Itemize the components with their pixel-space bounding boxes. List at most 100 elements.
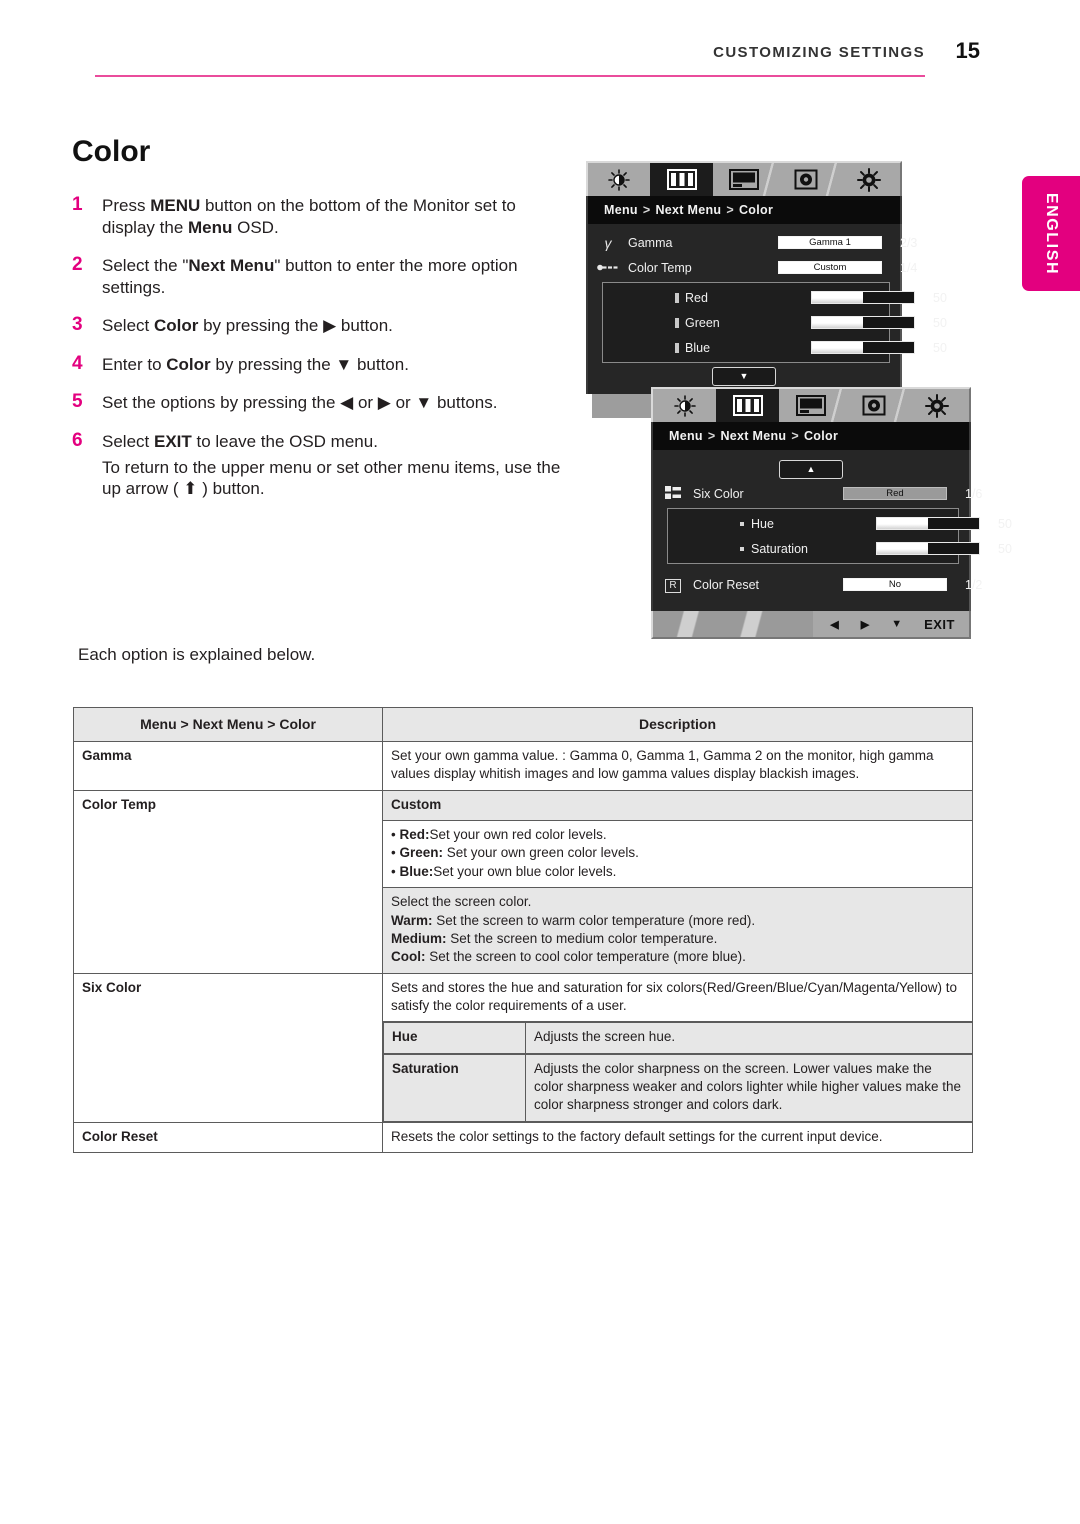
slider-track[interactable] bbox=[876, 517, 980, 530]
step-number: 3 bbox=[72, 314, 83, 336]
osd-row-color-reset[interactable]: R Color Reset No 1/2 bbox=[653, 572, 982, 597]
value-chip[interactable]: Red bbox=[843, 487, 947, 500]
step-5: 5 Set the options by pressing the ◀ or ▶ … bbox=[72, 391, 567, 414]
slider-track[interactable] bbox=[811, 291, 915, 304]
step-text: Select EXIT to leave the OSD menu. bbox=[102, 432, 378, 452]
slider-track[interactable] bbox=[811, 316, 915, 329]
breadcrumb-item[interactable]: Color bbox=[804, 429, 838, 443]
osd-screenshot-top: Menu > Next Menu > Color γ Gamma Gamma 1 2/3 Colo… bbox=[586, 161, 947, 394]
sub-table-cell-saturation: Saturation Adjusts the color sharpness o… bbox=[383, 1053, 973, 1123]
picture-icon bbox=[796, 395, 826, 416]
osd-row-gamma[interactable]: γ Gamma Gamma 1 2/3 bbox=[588, 230, 918, 255]
osd-row-control[interactable]: Custom bbox=[778, 261, 886, 274]
osd-row-color-temp[interactable]: Color Temp Custom 1/4 bbox=[588, 255, 917, 280]
tab-divider bbox=[827, 389, 844, 422]
sub-table-cell-hue: Hue Adjusts the screen hue. bbox=[383, 1022, 973, 1054]
osd-row-red[interactable]: Red 50 bbox=[603, 285, 947, 310]
footer-key[interactable]: ▶ bbox=[861, 618, 869, 631]
osd-bottom-tab-color-bars[interactable] bbox=[716, 389, 780, 422]
breadcrumb-item[interactable]: Color bbox=[739, 203, 773, 217]
osd-row-control[interactable]: Gamma 1 bbox=[778, 236, 886, 249]
step-text: Press MENU button on the bottom of the M… bbox=[102, 196, 516, 237]
color-temp-icon bbox=[588, 260, 628, 275]
footer-key-exit[interactable]: EXIT bbox=[924, 617, 955, 632]
osd-bottom-breadcrumb: Menu > Next Menu > Color bbox=[651, 422, 971, 450]
osd-row-green[interactable]: Green 50 bbox=[603, 310, 947, 335]
osd-row-control[interactable]: Red bbox=[843, 487, 951, 500]
osd-row-control[interactable] bbox=[811, 316, 919, 329]
osd-row-value: 50 bbox=[933, 340, 947, 355]
osd-top-tab-color-bars[interactable] bbox=[650, 163, 713, 196]
osd-row-control[interactable]: No bbox=[843, 578, 951, 591]
row-desc-gamma: Set your own gamma value. : Gamma 0, Gam… bbox=[382, 741, 973, 791]
reset-r-icon: R bbox=[653, 576, 693, 593]
osd-row-saturation[interactable]: Saturation 50 bbox=[668, 536, 1012, 561]
osd-row-blue[interactable]: Blue 50 bbox=[603, 335, 947, 360]
osd-top-tab-brightness[interactable] bbox=[588, 163, 650, 196]
gear-icon bbox=[856, 167, 882, 192]
osd-row-label: Saturation bbox=[708, 542, 876, 556]
osd-row-control[interactable] bbox=[876, 542, 984, 555]
osd-top-tab-picture[interactable] bbox=[713, 163, 777, 196]
bullet-square bbox=[675, 342, 679, 353]
scroll-up-button[interactable]: ▲ bbox=[779, 460, 843, 479]
step-text: Select the "Next Menu" button to enter t… bbox=[102, 256, 518, 297]
osd-row-label: Color Temp bbox=[628, 260, 692, 275]
slider-track[interactable] bbox=[876, 542, 980, 555]
slider-track[interactable] bbox=[811, 341, 915, 354]
row-key-six-color: Six Color bbox=[73, 972, 383, 1123]
row-key-color-temp: Color Temp bbox=[73, 789, 383, 974]
slider-fill bbox=[812, 342, 863, 353]
osd-bottom-tab-brightness[interactable] bbox=[653, 389, 716, 422]
bullet-blue: • Blue:Set your own blue color levels. bbox=[391, 863, 617, 879]
step-number: 6 bbox=[72, 430, 83, 452]
osd-row-value: 50 bbox=[998, 541, 1012, 556]
footer-keys: ⬆◀▶▼EXIT bbox=[799, 617, 969, 632]
breadcrumb-item[interactable]: Next Menu bbox=[720, 429, 786, 443]
breadcrumb-item[interactable]: Menu bbox=[669, 429, 703, 443]
osd-top-tab-gear[interactable] bbox=[838, 163, 900, 196]
osd-bottom-tab-disc[interactable] bbox=[843, 389, 907, 422]
osd-row-six-color[interactable]: Six Color Red 1/6 bbox=[653, 481, 982, 506]
step-note: To return to the upper menu or set other… bbox=[102, 457, 561, 499]
footer-key[interactable]: ◀ bbox=[830, 618, 838, 631]
value-chip[interactable]: Custom bbox=[778, 261, 882, 274]
table-header-row: Menu > Next Menu > Color Description bbox=[73, 706, 973, 743]
header-title: CUSTOMIZING SETTINGS bbox=[713, 44, 925, 61]
page-title: Color bbox=[72, 135, 151, 168]
value-chip[interactable]: No bbox=[843, 578, 947, 591]
gamma-icon: γ bbox=[604, 234, 612, 251]
table-row-color-reset: Color Reset Resets the color settings to… bbox=[73, 1121, 973, 1154]
osd-row-control[interactable] bbox=[876, 517, 984, 530]
breadcrumb-item[interactable]: Next Menu bbox=[655, 203, 721, 217]
footer-key[interactable]: ▼ bbox=[891, 618, 902, 630]
picture-icon bbox=[729, 169, 760, 190]
osd-bottom-footer: ⬆◀▶▼EXIT bbox=[651, 611, 971, 639]
sub-key-hue: Hue bbox=[383, 1022, 526, 1054]
osd-bottom-tabbar bbox=[651, 387, 971, 422]
presets-intro: Select the screen color. bbox=[391, 894, 532, 910]
row-desc-six-color: Sets and stores the hue and saturation f… bbox=[382, 972, 973, 1023]
row-key-gamma: Gamma bbox=[73, 741, 383, 791]
osd-row-control[interactable] bbox=[811, 341, 919, 354]
osd-row-value: 50 bbox=[933, 315, 947, 330]
breadcrumb-item[interactable]: Menu bbox=[604, 203, 638, 217]
osd-row-value: 1/6 bbox=[965, 486, 983, 501]
osd-row-value: 50 bbox=[998, 516, 1012, 531]
breadcrumb-separator: > bbox=[791, 429, 799, 443]
tab-divider bbox=[890, 389, 907, 422]
each-option-note: Each option is explained below. bbox=[78, 645, 316, 664]
step-number: 5 bbox=[72, 391, 83, 413]
osd-row-hue[interactable]: Hue 50 bbox=[668, 511, 1012, 536]
osd-top-tabbar bbox=[586, 161, 902, 196]
footer-hatch bbox=[653, 611, 813, 637]
osd-bottom-tab-picture[interactable] bbox=[779, 389, 844, 422]
disc-icon bbox=[862, 395, 886, 416]
preset-medium: Medium: Set the screen to medium color t… bbox=[391, 930, 718, 946]
osd-row-control[interactable] bbox=[811, 291, 919, 304]
osd-top-tab-disc[interactable] bbox=[775, 163, 839, 196]
osd-bottom-tab-gear[interactable] bbox=[906, 389, 969, 422]
value-chip[interactable]: Gamma 1 bbox=[778, 236, 882, 249]
scroll-down-button[interactable]: ▼ bbox=[712, 367, 776, 386]
osd-row-label: Green bbox=[643, 316, 811, 330]
